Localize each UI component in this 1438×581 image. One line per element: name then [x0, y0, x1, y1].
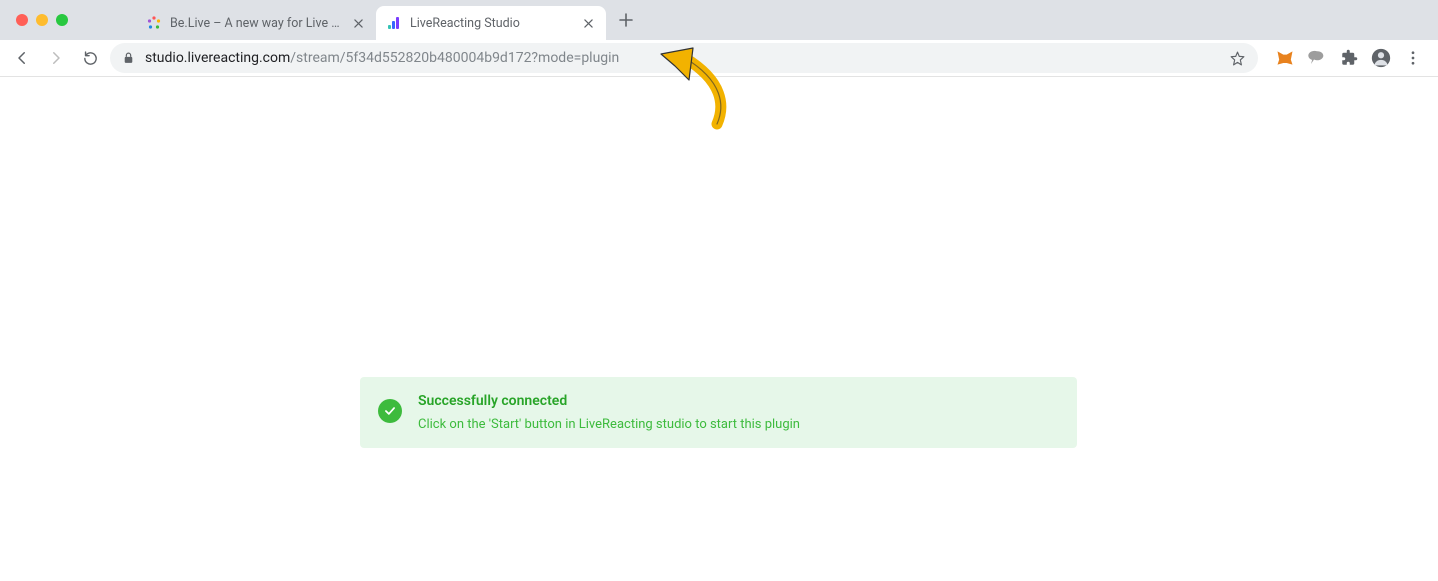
browser-tab-1[interactable]: LiveReacting Studio [376, 6, 606, 40]
success-alert: Successfully connected Click on the 'Sta… [360, 377, 1077, 448]
alert-message: Successfully connected Click on the 'Sta… [418, 393, 800, 432]
tab-close-button[interactable] [580, 15, 596, 31]
tab-title: LiveReacting Studio [410, 16, 572, 31]
belive-favicon-icon [146, 15, 162, 31]
kebab-menu-icon[interactable] [1402, 47, 1424, 69]
window-controls [8, 14, 76, 26]
back-button[interactable] [8, 44, 36, 72]
window-zoom-button[interactable] [56, 14, 68, 26]
alert-subtitle: Click on the 'Start' button in LiveReact… [418, 417, 800, 432]
bookmark-star-icon[interactable] [1229, 50, 1246, 67]
livereacting-favicon-icon [386, 15, 402, 31]
alert-title: Successfully connected [418, 393, 800, 409]
tab-close-button[interactable] [350, 15, 366, 31]
address-bar[interactable]: studio.livereacting.com/stream/5f34d5528… [110, 43, 1258, 73]
extensions-puzzle-icon[interactable] [1338, 47, 1360, 69]
browser-toolbar: studio.livereacting.com/stream/5f34d5528… [0, 40, 1438, 77]
forward-button[interactable] [42, 44, 70, 72]
padlock-icon [122, 51, 135, 65]
url-text: studio.livereacting.com/stream/5f34d5528… [145, 50, 1219, 66]
browser-tabstrip: Be.Live – A new way for Live St LiveReac… [0, 0, 1438, 40]
browser-tab-0[interactable]: Be.Live – A new way for Live St [136, 6, 376, 40]
profile-avatar-icon[interactable] [1370, 47, 1392, 69]
chat-extension-icon[interactable] [1306, 47, 1328, 69]
metamask-extension-icon[interactable] [1274, 47, 1296, 69]
new-tab-button[interactable] [612, 6, 640, 34]
url-host: studio.livereacting.com [145, 50, 290, 66]
page-viewport: Successfully connected Click on the 'Sta… [0, 77, 1438, 581]
reload-button[interactable] [76, 44, 104, 72]
window-minimize-button[interactable] [36, 14, 48, 26]
url-path: /stream/5f34d552820b480004b9d172?mode=pl… [290, 50, 619, 66]
tab-title: Be.Live – A new way for Live St [170, 16, 342, 31]
checkmark-circle-icon [378, 399, 402, 423]
toolbar-right-icons [1264, 47, 1430, 69]
window-close-button[interactable] [16, 14, 28, 26]
